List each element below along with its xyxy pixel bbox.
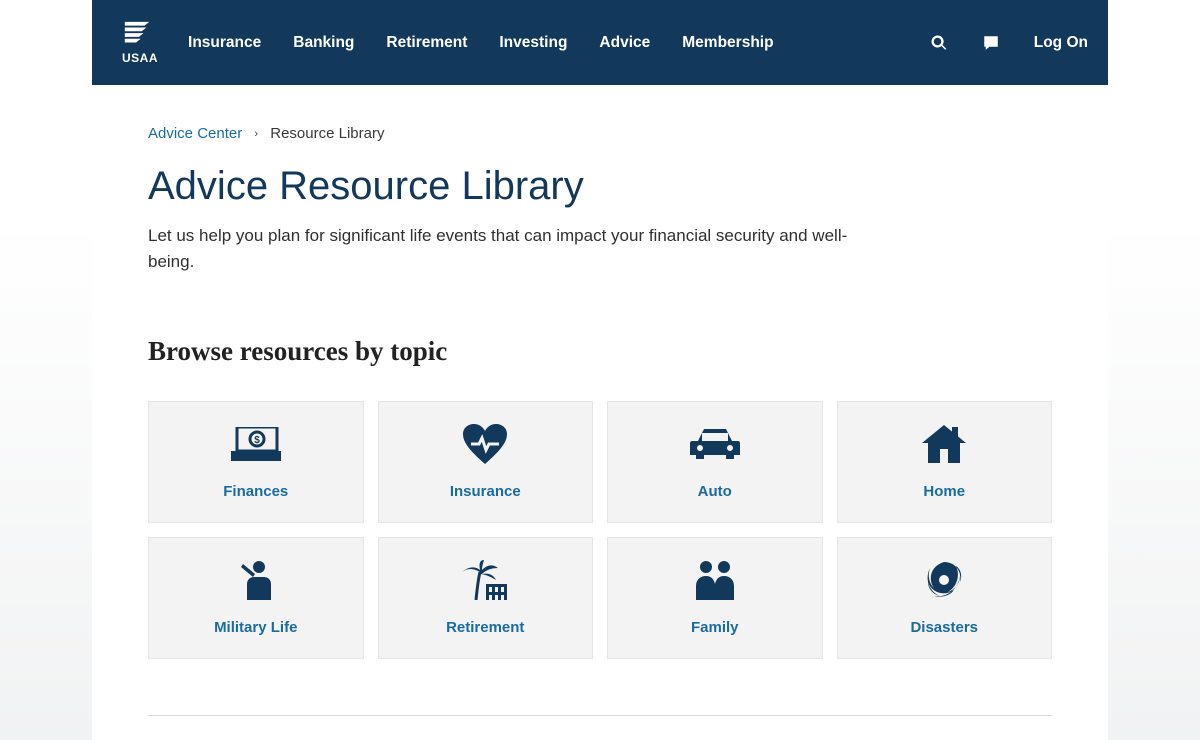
nav-retirement[interactable]: Retirement: [386, 34, 467, 52]
topic-label: Retirement: [446, 619, 524, 636]
topic-label: Family: [691, 619, 739, 636]
money-icon: $: [231, 423, 281, 465]
page-title: Advice Resource Library: [148, 164, 1052, 209]
topic-label: Insurance: [450, 483, 521, 500]
heart-pulse-icon: [463, 423, 507, 465]
primary-nav: Insurance Banking Retirement Investing A…: [188, 34, 774, 52]
topic-card-disasters[interactable]: Disasters: [837, 537, 1053, 659]
page-subtitle: Let us help you plan for significant lif…: [148, 223, 868, 276]
nav-investing[interactable]: Investing: [499, 34, 567, 52]
breadcrumb-current: Resource Library: [270, 125, 384, 142]
site-header: USAA Insurance Banking Retirement Invest…: [92, 0, 1108, 85]
topic-card-finances[interactable]: $ Finances: [148, 401, 364, 523]
topic-card-home[interactable]: Home: [837, 401, 1053, 523]
section-heading: Browse resources by topic: [148, 336, 1052, 367]
topic-label: Military Life: [214, 619, 297, 636]
topic-label: Finances: [223, 483, 288, 500]
topic-label: Home: [923, 483, 965, 500]
logon-link[interactable]: Log On: [1034, 34, 1088, 52]
nav-insurance[interactable]: Insurance: [188, 34, 261, 52]
brand-logo[interactable]: USAA: [122, 21, 158, 65]
house-icon: [922, 423, 966, 465]
topic-label: Disasters: [910, 619, 978, 636]
hurricane-icon: [924, 559, 964, 601]
topic-card-military-life[interactable]: Military Life: [148, 537, 364, 659]
nav-membership[interactable]: Membership: [682, 34, 773, 52]
family-icon: [692, 559, 738, 601]
chevron-right-icon: ›: [254, 128, 258, 140]
topic-card-retirement[interactable]: Retirement: [378, 537, 594, 659]
brand-name: USAA: [122, 51, 158, 65]
chat-icon[interactable]: [982, 34, 1000, 52]
topic-card-family[interactable]: Family: [607, 537, 823, 659]
search-icon[interactable]: [930, 34, 948, 52]
breadcrumb-parent[interactable]: Advice Center: [148, 125, 242, 142]
topic-grid: $ Finances Insurance Auto H: [148, 401, 1052, 659]
salute-icon: [237, 559, 275, 601]
nav-banking[interactable]: Banking: [293, 34, 354, 52]
palm-chair-icon: [462, 559, 508, 601]
header-actions: Log On: [930, 34, 1088, 52]
svg-text:$: $: [254, 435, 260, 446]
main-content: Advice Center › Resource Library Advice …: [92, 85, 1108, 740]
car-icon: [690, 423, 740, 465]
breadcrumb: Advice Center › Resource Library: [148, 125, 1052, 142]
topic-label: Auto: [698, 483, 732, 500]
eagle-logo-icon: [122, 21, 152, 49]
nav-advice[interactable]: Advice: [599, 34, 650, 52]
topic-card-auto[interactable]: Auto: [607, 401, 823, 523]
topic-card-insurance[interactable]: Insurance: [378, 401, 594, 523]
divider: [148, 715, 1052, 716]
